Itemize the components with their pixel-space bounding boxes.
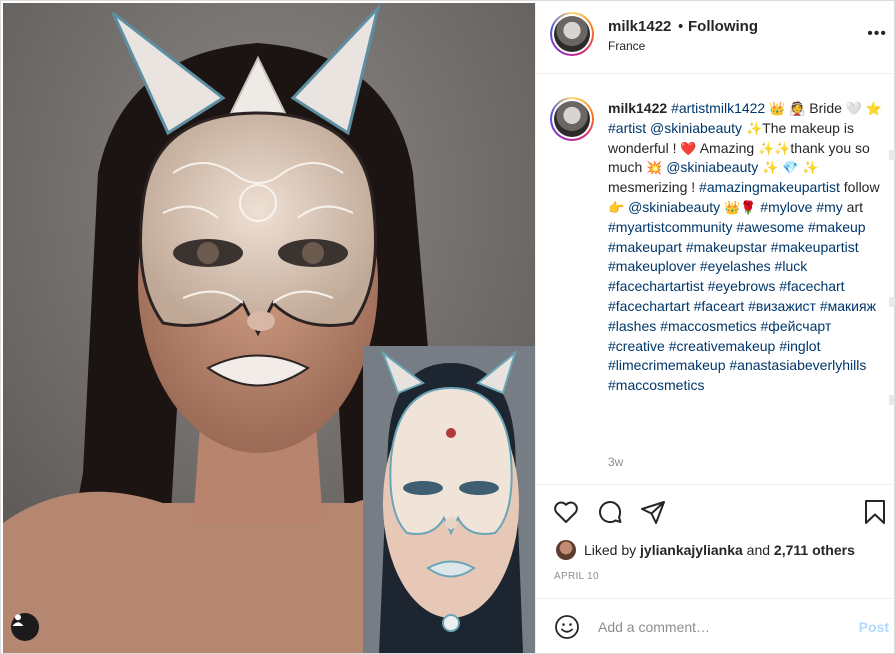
caption-word: follow bbox=[843, 179, 880, 196]
photo-illustration bbox=[3, 3, 535, 653]
mention[interactable]: @skiniabeauty bbox=[650, 120, 742, 136]
liker-avatar[interactable] bbox=[556, 540, 576, 560]
post-sidebar: milk1422 • Following France ••• milk1422… bbox=[535, 3, 895, 653]
more-horizontal-icon[interactable]: ••• bbox=[867, 25, 887, 43]
post-button[interactable]: Post bbox=[859, 619, 889, 635]
hashtag[interactable]: #makeupstar bbox=[686, 239, 767, 255]
post-photo[interactable] bbox=[3, 3, 535, 653]
hashtag[interactable]: #makeupartist bbox=[771, 239, 859, 255]
sparkles-emoji: ✨ bbox=[762, 160, 779, 176]
hashtag[interactable]: #facechartart bbox=[608, 298, 690, 314]
hashtag[interactable]: #creative bbox=[608, 338, 665, 354]
hashtag[interactable]: #makeup bbox=[808, 219, 866, 235]
hashtag[interactable]: #makeupart bbox=[608, 239, 682, 255]
likes-middle: and bbox=[746, 542, 771, 558]
caption-avatar[interactable] bbox=[550, 97, 594, 141]
rose-emoji: 🌹 bbox=[740, 199, 757, 215]
add-comment-bar: Post bbox=[536, 598, 895, 653]
hashtag[interactable]: #eyebrows bbox=[708, 278, 776, 294]
heart-icon[interactable] bbox=[552, 498, 580, 526]
comments-section[interactable]: milk1422 #artistmilk1422 👑 👰 Bride 🤍 ⭐ #… bbox=[536, 75, 895, 485]
caption-text: milk1422 #artistmilk1422 👑 👰 Bride 🤍 ⭐ #… bbox=[608, 99, 888, 396]
likes-count[interactable]: 2,711 others bbox=[774, 542, 855, 558]
caption-timestamp[interactable]: 3w bbox=[608, 455, 623, 469]
hashtag[interactable]: #makeuplover bbox=[608, 258, 696, 274]
sparkles-emoji: ✨ bbox=[758, 140, 775, 156]
crown-emoji: 👑 bbox=[769, 101, 786, 116]
hashtag[interactable]: #amazingmakeupartist bbox=[699, 179, 840, 195]
caption-word: Bride bbox=[809, 100, 842, 116]
sparkles-emoji: ✨ bbox=[802, 160, 819, 176]
red-heart-emoji: ❤️ bbox=[680, 140, 697, 156]
hashtag[interactable]: #limecrimemakeup bbox=[608, 357, 725, 373]
scrollbar-mark bbox=[889, 297, 895, 307]
scrollbar-mark bbox=[889, 395, 895, 405]
hashtag[interactable]: #artistmilk1422 bbox=[671, 100, 765, 116]
hashtag[interactable]: #my bbox=[816, 199, 842, 215]
emoji-smile-icon[interactable] bbox=[554, 614, 580, 640]
hashtag[interactable]: #luck bbox=[775, 258, 808, 274]
comment-input[interactable] bbox=[598, 613, 838, 641]
post-date[interactable]: APRIL 10 bbox=[554, 571, 599, 582]
likes-summary: Liked by jyliankajylianka and 2,711 othe… bbox=[556, 540, 855, 560]
following-button[interactable]: Following bbox=[688, 18, 758, 35]
hashtag[interactable]: #mylove bbox=[760, 199, 812, 215]
likes-prefix: Liked by bbox=[584, 542, 637, 558]
hashtag[interactable]: #creativemakeup bbox=[669, 338, 776, 354]
mention[interactable]: @skiniabeauty bbox=[666, 159, 758, 175]
gem-emoji: 💎 bbox=[782, 160, 799, 176]
liker-username[interactable]: jyliankajylianka bbox=[640, 542, 743, 558]
separator-dot: • bbox=[678, 18, 684, 35]
white-heart-emoji: 🤍 bbox=[845, 101, 863, 116]
instagram-post-modal: milk1422 • Following France ••• milk1422… bbox=[0, 0, 895, 654]
author-avatar[interactable] bbox=[550, 12, 594, 56]
sparkles-emoji: ✨ bbox=[774, 140, 791, 156]
hashtag[interactable]: #lashes bbox=[608, 318, 656, 334]
caption-word: mesmerizing ! bbox=[608, 179, 696, 196]
hashtag[interactable]: #фейсчарт bbox=[761, 318, 832, 334]
caption-word: Amazing bbox=[699, 139, 755, 156]
hashtag[interactable]: #faceart bbox=[694, 298, 745, 314]
caption-username[interactable]: milk1422 bbox=[608, 100, 667, 116]
post-actions: Liked by jyliankajylianka and 2,711 othe… bbox=[536, 486, 895, 598]
bookmark-icon[interactable] bbox=[861, 498, 889, 526]
location-link[interactable]: France bbox=[608, 39, 645, 53]
mention[interactable]: @skiniabeauty bbox=[628, 199, 720, 215]
hashtag[interactable]: #facechartartist bbox=[608, 278, 704, 294]
hashtag[interactable]: #artist bbox=[608, 120, 646, 136]
crown-emoji: 👑 bbox=[724, 199, 741, 215]
star-emoji: ⭐ bbox=[865, 101, 883, 116]
hashtag[interactable]: #myartistcommunity bbox=[608, 219, 732, 235]
bride-emoji: 👰 bbox=[789, 101, 806, 116]
send-icon[interactable] bbox=[639, 498, 667, 526]
comment-icon[interactable] bbox=[596, 498, 624, 526]
caption-word: art bbox=[846, 198, 863, 215]
hashtag[interactable]: #inglot bbox=[779, 338, 820, 354]
author-username[interactable]: milk1422 bbox=[608, 18, 671, 35]
scrollbar-mark bbox=[889, 150, 895, 160]
hashtag[interactable]: #eyelashes bbox=[700, 258, 771, 274]
hashtag[interactable]: #визажист bbox=[748, 298, 816, 314]
hashtag[interactable]: #facechart bbox=[779, 278, 844, 294]
sparkles-emoji: ✨ bbox=[745, 120, 763, 136]
hashtag[interactable]: #макияж bbox=[820, 298, 876, 314]
hashtag[interactable]: #awesome bbox=[736, 219, 804, 235]
post-header: milk1422 • Following France ••• bbox=[536, 3, 895, 74]
collision-emoji: 💥 bbox=[646, 160, 663, 176]
tagged-user-icon[interactable] bbox=[11, 613, 39, 641]
hashtag[interactable]: #anastasiabeverlyhills bbox=[729, 357, 866, 373]
hashtag[interactable]: #maccosmetics bbox=[608, 377, 704, 393]
pointing-right-emoji: 👉 bbox=[608, 199, 625, 215]
hashtag[interactable]: #maccosmetics bbox=[660, 318, 756, 334]
